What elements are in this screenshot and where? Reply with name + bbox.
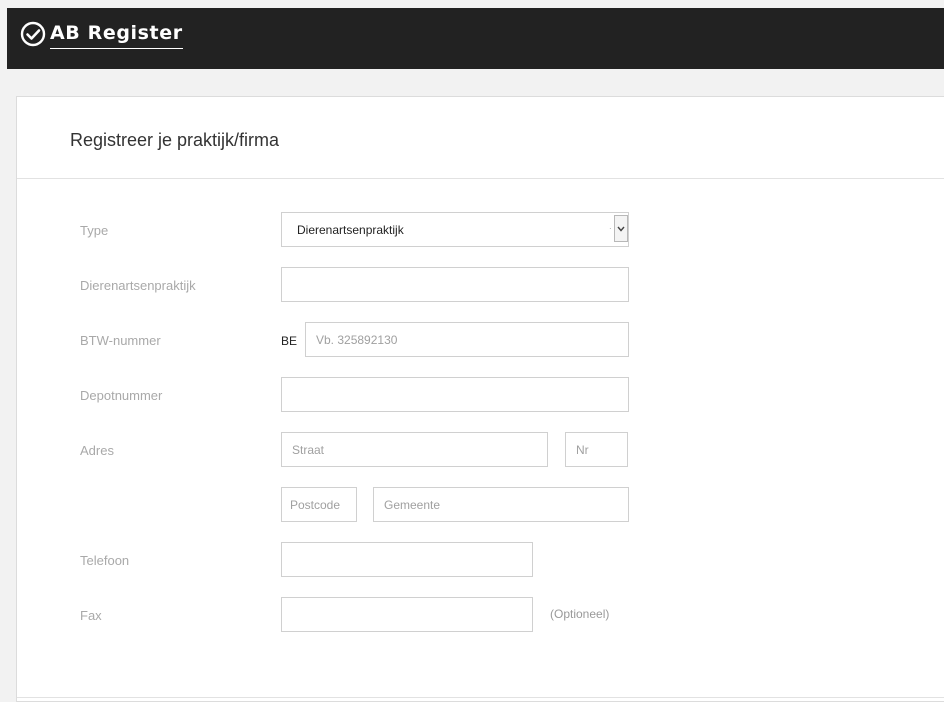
check-circle-icon — [20, 21, 46, 47]
page: AB Register Registreer je praktijk/firma… — [0, 0, 944, 702]
panel-header: Registreer je praktijk/firma — [17, 97, 944, 179]
house-number-input[interactable] — [565, 432, 628, 467]
vat-input[interactable] — [305, 322, 629, 357]
phone-input[interactable] — [281, 542, 533, 577]
address-label: Adres — [80, 443, 114, 458]
top-bar: AB Register — [7, 8, 944, 69]
select-tick-mark: ˑ — [609, 225, 612, 235]
logo[interactable]: AB Register — [20, 21, 183, 55]
fax-input[interactable] — [281, 597, 533, 632]
postcode-input[interactable] — [281, 487, 357, 522]
registration-panel: Registreer je praktijk/firma Type Dieren… — [16, 96, 944, 702]
street-input[interactable] — [281, 432, 548, 467]
city-input[interactable] — [373, 487, 629, 522]
fax-label: Fax — [80, 608, 102, 623]
depot-input[interactable] — [281, 377, 629, 412]
fax-optional-hint: (Optioneel) — [550, 607, 610, 621]
depot-label: Depotnummer — [80, 388, 163, 403]
footer-divider — [17, 697, 944, 698]
type-select-value: Dierenartsenpraktijk — [297, 223, 404, 237]
practice-name-label: Dierenartsenpraktijk — [80, 278, 196, 293]
type-select[interactable]: Dierenartsenpraktijk ˑ — [281, 212, 629, 247]
vat-prefix: BE — [281, 334, 298, 348]
practice-name-input[interactable] — [281, 267, 629, 302]
page-title: Registreer je praktijk/firma — [70, 130, 280, 150]
type-label: Type — [80, 223, 109, 238]
chevron-down-icon[interactable] — [614, 215, 628, 242]
vat-label: BTW-nummer — [80, 333, 161, 348]
logo-text: AB Register — [50, 21, 183, 49]
phone-label: Telefoon — [80, 553, 130, 568]
